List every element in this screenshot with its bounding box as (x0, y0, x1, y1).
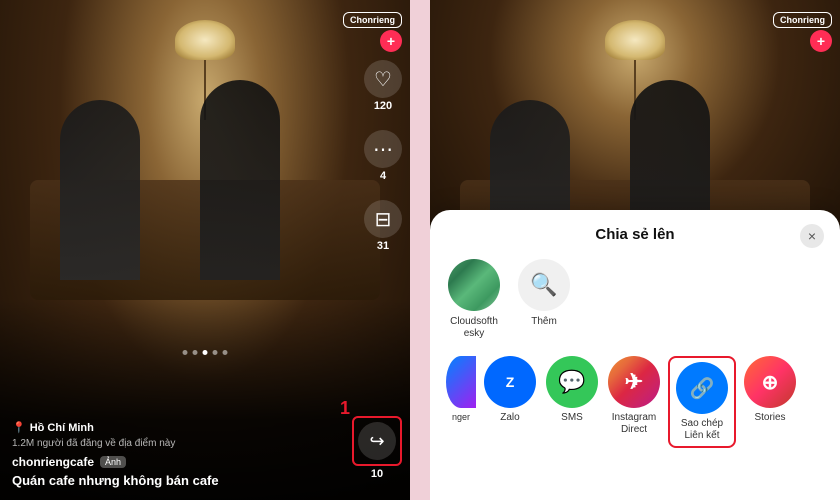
figure-right (200, 80, 280, 280)
bookmark-icon: ⊟ (364, 200, 402, 238)
dot-4 (213, 350, 218, 355)
share-button[interactable]: ↪ (358, 422, 396, 460)
dot-5 (223, 350, 228, 355)
step-number-2: 2 (724, 356, 734, 357)
step-number-1: 1 (340, 398, 350, 419)
like-button-item[interactable]: ♡ 120 (364, 60, 402, 112)
dot-1 (183, 350, 188, 355)
contact-item-more[interactable]: 🔍 Thêm (516, 259, 572, 340)
app-name-messenger-partial: nger (452, 412, 470, 423)
contact-name-cloudsofthesky: Cloudsofth esky (446, 316, 502, 340)
messenger-icon-partial (446, 356, 476, 408)
comment-button-item[interactable]: ⋯ 4 (364, 130, 402, 182)
modal-title: Chia sẻ lên (595, 226, 674, 243)
app-item-instagram[interactable]: ✈ Instagram Direct (606, 356, 662, 436)
dot-3 (203, 350, 208, 355)
caption-text: Quán cafe nhưng không bán cafe (12, 473, 348, 490)
bookmark-count: 31 (377, 240, 389, 252)
location-row: 📍 Hồ Chí Minh (12, 421, 348, 434)
profile-plus-button[interactable]: + (380, 30, 402, 52)
photo-badge: Ảnh (100, 456, 126, 468)
modal-close-button[interactable]: × (800, 224, 824, 248)
comment-icon: ⋯ (364, 130, 402, 168)
app-item-stories[interactable]: ⊕ Stories (742, 356, 798, 424)
contact-item-cloudsofthesky[interactable]: Cloudsofth esky (446, 259, 502, 340)
bookmark-button-item[interactable]: ⊟ 31 (364, 200, 402, 252)
like-icon: ♡ (364, 60, 402, 98)
sms-icon: 💬 (546, 356, 598, 408)
dot-2 (193, 350, 198, 355)
views-text: 1.2M người đã đăng về địa điểm này (12, 438, 348, 449)
location-pin-icon: 📍 (12, 421, 26, 434)
share-count: 10 (371, 468, 383, 480)
share-modal: Chia sẻ lên × Cloudsofth esky 🔍 Thêm (430, 210, 840, 500)
dots-indicator (183, 350, 228, 355)
user-row: chonriengcafe Ảnh (12, 455, 348, 469)
copy-link-icon: 🔗 (676, 362, 728, 414)
instagram-icon: ✈ (608, 356, 660, 408)
share-button-container: 1 ↪ 10 (352, 416, 402, 480)
copy-link-highlight: 2 🔗 Sao chép Liên kết (668, 356, 736, 448)
right-lamp (605, 20, 665, 60)
app-name-stories: Stories (754, 412, 785, 424)
right-panel: Chonrieng + Chia sẻ lên × Cloudsofth esk… (430, 0, 840, 500)
panel-divider (410, 0, 430, 500)
contact-name-more: Thêm (531, 316, 557, 328)
username[interactable]: chonriengcafe (12, 455, 94, 469)
right-profile-badge[interactable]: Chonrieng (773, 12, 832, 28)
app-name-sms: SMS (561, 412, 583, 424)
bottom-content: 📍 Hồ Chí Minh 1.2M người đã đăng về địa … (0, 411, 360, 500)
right-sidebar: ♡ 120 ⋯ 4 ⊟ 31 (364, 60, 402, 252)
search-icon: 🔍 (518, 259, 570, 311)
stories-icon: ⊕ (744, 356, 796, 408)
right-profile-plus[interactable]: + (810, 30, 832, 52)
like-count: 120 (374, 100, 392, 112)
share-button-highlight: ↪ (352, 416, 402, 466)
modal-header: Chia sẻ lên × (446, 226, 824, 243)
avatar-image (448, 259, 500, 311)
app-name-copy-link: Sao chép Liên kết (674, 418, 730, 442)
contact-avatar-cloudsofthesky (448, 259, 500, 311)
app-item-zalo[interactable]: Z Zalo (482, 356, 538, 424)
app-item-messenger-partial[interactable]: nger (446, 356, 476, 423)
profile-badge[interactable]: Chonrieng (343, 12, 402, 28)
app-name-instagram: Instagram Direct (606, 412, 662, 436)
app-item-copy-link[interactable]: 🔗 Sao chép Liên kết (674, 362, 730, 442)
figure-left (60, 100, 140, 280)
app-name-zalo: Zalo (500, 412, 519, 424)
app-icons-row: nger Z Zalo 💬 SMS ✈ Instagram Direct (446, 356, 824, 448)
comment-count: 4 (380, 170, 386, 182)
left-panel: Chonrieng + ♡ 120 ⋯ 4 ⊟ 31 📍 Hồ Chí Minh… (0, 0, 410, 500)
zalo-icon: Z (484, 356, 536, 408)
lamp (175, 20, 235, 60)
app-item-sms[interactable]: 💬 SMS (544, 356, 600, 424)
contacts-row: Cloudsofth esky 🔍 Thêm (446, 259, 824, 340)
location-name[interactable]: Hồ Chí Minh (30, 422, 94, 434)
